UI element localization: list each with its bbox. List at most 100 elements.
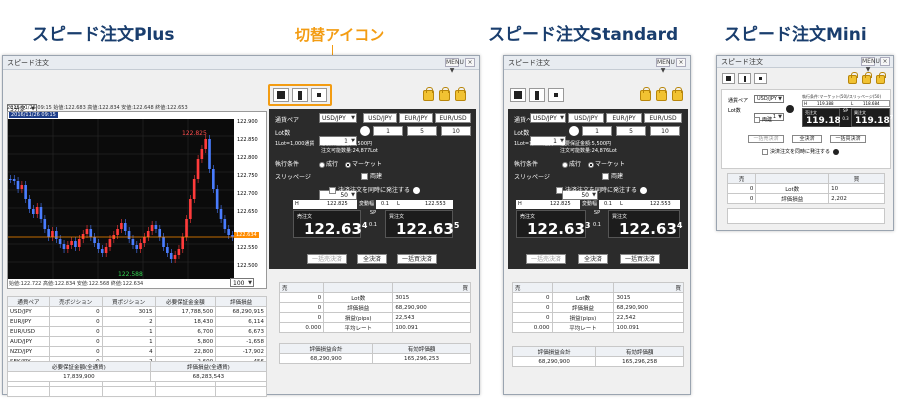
sell-price-button[interactable]: 売注文 122.633: [516, 210, 590, 238]
settle-checkbox[interactable]: 決済注文を同時に発注する: [762, 148, 840, 155]
pair-quick-button[interactable]: EUR/JPY: [606, 113, 642, 123]
col-header[interactable]: 売ポジション: [48, 296, 103, 307]
layout-standard-icon[interactable]: [292, 88, 308, 102]
both-checkbox[interactable]: 両建: [754, 116, 772, 123]
col-header[interactable]: 評価損益: [215, 296, 267, 307]
settle-plus-icon[interactable]: [413, 187, 421, 194]
layout-plus-icon[interactable]: [722, 73, 735, 84]
candle-body: [43, 219, 47, 229]
candle-body: [185, 219, 188, 237]
buy-price-button[interactable]: 買注文 122.635: [385, 210, 459, 238]
lot-quick-button[interactable]: 10: [650, 126, 680, 136]
close-all-button[interactable]: 全決済: [578, 254, 608, 264]
settle-checkbox[interactable]: 決済注文を同時に発注する: [556, 185, 648, 194]
lock-icon[interactable]: [876, 72, 886, 84]
summary-cell: 0: [278, 312, 325, 323]
both-checkbox[interactable]: 両建: [361, 171, 382, 180]
lot-plus-icon[interactable]: [360, 126, 370, 136]
position-row[interactable]: NZD/JPY 0 4 22,800 -17,902: [7, 346, 267, 357]
close-icon[interactable]: ×: [676, 58, 686, 67]
position-pair[interactable]: USD/JPY: [7, 306, 50, 317]
pair-select[interactable]: USD/JPY: [754, 95, 784, 103]
position-row[interactable]: EUR/JPY 0 2 18,430 6,114: [7, 316, 267, 327]
layout-standard-icon[interactable]: [529, 88, 545, 102]
batch-sell-close-button[interactable]: 一括売決済: [526, 254, 566, 264]
position-pair[interactable]: NZD/JPY: [7, 346, 50, 357]
sell-price-button[interactable]: 売注文 119.184: [802, 108, 844, 127]
lock-icon[interactable]: [640, 87, 651, 101]
summary-row: 0 Lot数 3015: [278, 292, 471, 303]
pair-quick-button[interactable]: EUR/JPY: [399, 113, 433, 123]
close-all-button[interactable]: 全決済: [792, 135, 822, 143]
zoom-select[interactable]: 100: [230, 278, 254, 288]
exec-radio-market-order[interactable]: 成行: [562, 159, 581, 168]
batch-buy-close-button[interactable]: 一括買決済: [830, 135, 866, 143]
heading-plus: スピード注文Plus: [32, 25, 175, 45]
lock-icon[interactable]: [672, 87, 683, 101]
summary-cell: 22,542: [613, 312, 684, 323]
lock-icon[interactable]: [862, 72, 872, 84]
sp-box: SP 0.3: [840, 108, 851, 127]
close-all-button[interactable]: 全決済: [357, 254, 387, 264]
summary-cell: 損益(pips): [551, 312, 615, 323]
lock-icon[interactable]: [423, 87, 434, 101]
close-icon[interactable]: ×: [880, 57, 890, 66]
lot-quick-button[interactable]: 10: [441, 126, 471, 136]
position-row[interactable]: USD/JPY 0 3015 17,788,500 68,290,915: [7, 306, 267, 317]
exec-radio-market[interactable]: マーケット: [588, 159, 625, 168]
position-row[interactable]: EUR/USD 0 1 6,700 6,673: [7, 326, 267, 337]
col-header[interactable]: 買ポジション: [101, 296, 156, 307]
layout-mini-icon[interactable]: [548, 88, 564, 102]
sell-price-main: 119.18: [806, 116, 841, 126]
lock-icon[interactable]: [656, 87, 667, 101]
totals-header: 有効評価額: [372, 343, 471, 354]
y-axis: 122.900 122.850 122.800 122.750 122.700 …: [234, 119, 267, 279]
both-checkbox[interactable]: 両建: [602, 171, 623, 180]
menu-button[interactable]: MENU ▼: [656, 58, 675, 74]
batch-buy-close-button[interactable]: 一括買決済: [397, 254, 437, 264]
pair-quick-button[interactable]: EUR/USD: [435, 113, 471, 123]
pair-select[interactable]: USD/JPY: [530, 113, 566, 123]
layout-mini-icon[interactable]: [754, 73, 767, 84]
settle-plus-icon[interactable]: [640, 187, 648, 194]
h-value: 119.388: [817, 101, 834, 106]
settle-checkbox[interactable]: 決済注文を同時に発注する: [329, 185, 421, 194]
sell-price-button[interactable]: 売注文 122.634: [293, 210, 367, 238]
lot-plus-icon[interactable]: [569, 126, 579, 136]
pair-quick-button[interactable]: USD/JPY: [363, 113, 397, 123]
lot-quick-button[interactable]: 1: [582, 126, 612, 136]
pair-quick-button[interactable]: EUR/USD: [644, 113, 682, 123]
batch-sell-close-button[interactable]: 一括売決済: [748, 135, 784, 143]
exec-radio-market-order[interactable]: 成行: [319, 159, 338, 168]
lock-icon[interactable]: [455, 87, 466, 101]
buy-price-button[interactable]: 買注文 119.187: [851, 108, 893, 127]
col-header[interactable]: 通貨ペア: [7, 296, 50, 307]
position-row[interactable]: AUD/JPY 0 1 5,800 -1,658: [7, 336, 267, 347]
position-pair[interactable]: AUD/JPY: [7, 336, 50, 347]
candlestick-chart[interactable]: 122.825 122.588: [8, 119, 234, 279]
layout-mini-icon[interactable]: [311, 88, 327, 102]
lot-quick-button[interactable]: 5: [407, 126, 437, 136]
exec-radio-market[interactable]: マーケット: [345, 159, 382, 168]
batch-buy-close-button[interactable]: 一括買決済: [620, 254, 660, 264]
menu-button[interactable]: MENU ▼: [861, 57, 880, 73]
pair-select[interactable]: USD/JPY: [319, 113, 357, 123]
y-tick: 122.800: [237, 155, 258, 161]
lock-icon[interactable]: [848, 72, 858, 84]
pair-quick-button[interactable]: USD/JPY: [568, 113, 604, 123]
col-header[interactable]: 必要保証金金額: [154, 296, 217, 307]
menu-button[interactable]: MENU ▼: [445, 58, 464, 74]
lot-quick-button[interactable]: 1: [373, 126, 403, 136]
layout-plus-icon[interactable]: [510, 88, 526, 102]
position-pair[interactable]: EUR/USD: [7, 326, 50, 337]
lot-quick-button[interactable]: 5: [616, 126, 646, 136]
batch-sell-close-button[interactable]: 一括売決済: [307, 254, 347, 264]
buy-price-button[interactable]: 買注文 122.634: [608, 210, 682, 238]
lot-plus-icon[interactable]: [786, 105, 794, 113]
lock-icon[interactable]: [439, 87, 450, 101]
layout-standard-icon[interactable]: [738, 73, 751, 84]
close-icon[interactable]: ×: [465, 58, 475, 67]
layout-plus-icon[interactable]: [273, 88, 289, 102]
settle-plus-icon[interactable]: [833, 148, 840, 155]
position-pair[interactable]: EUR/JPY: [7, 316, 50, 327]
